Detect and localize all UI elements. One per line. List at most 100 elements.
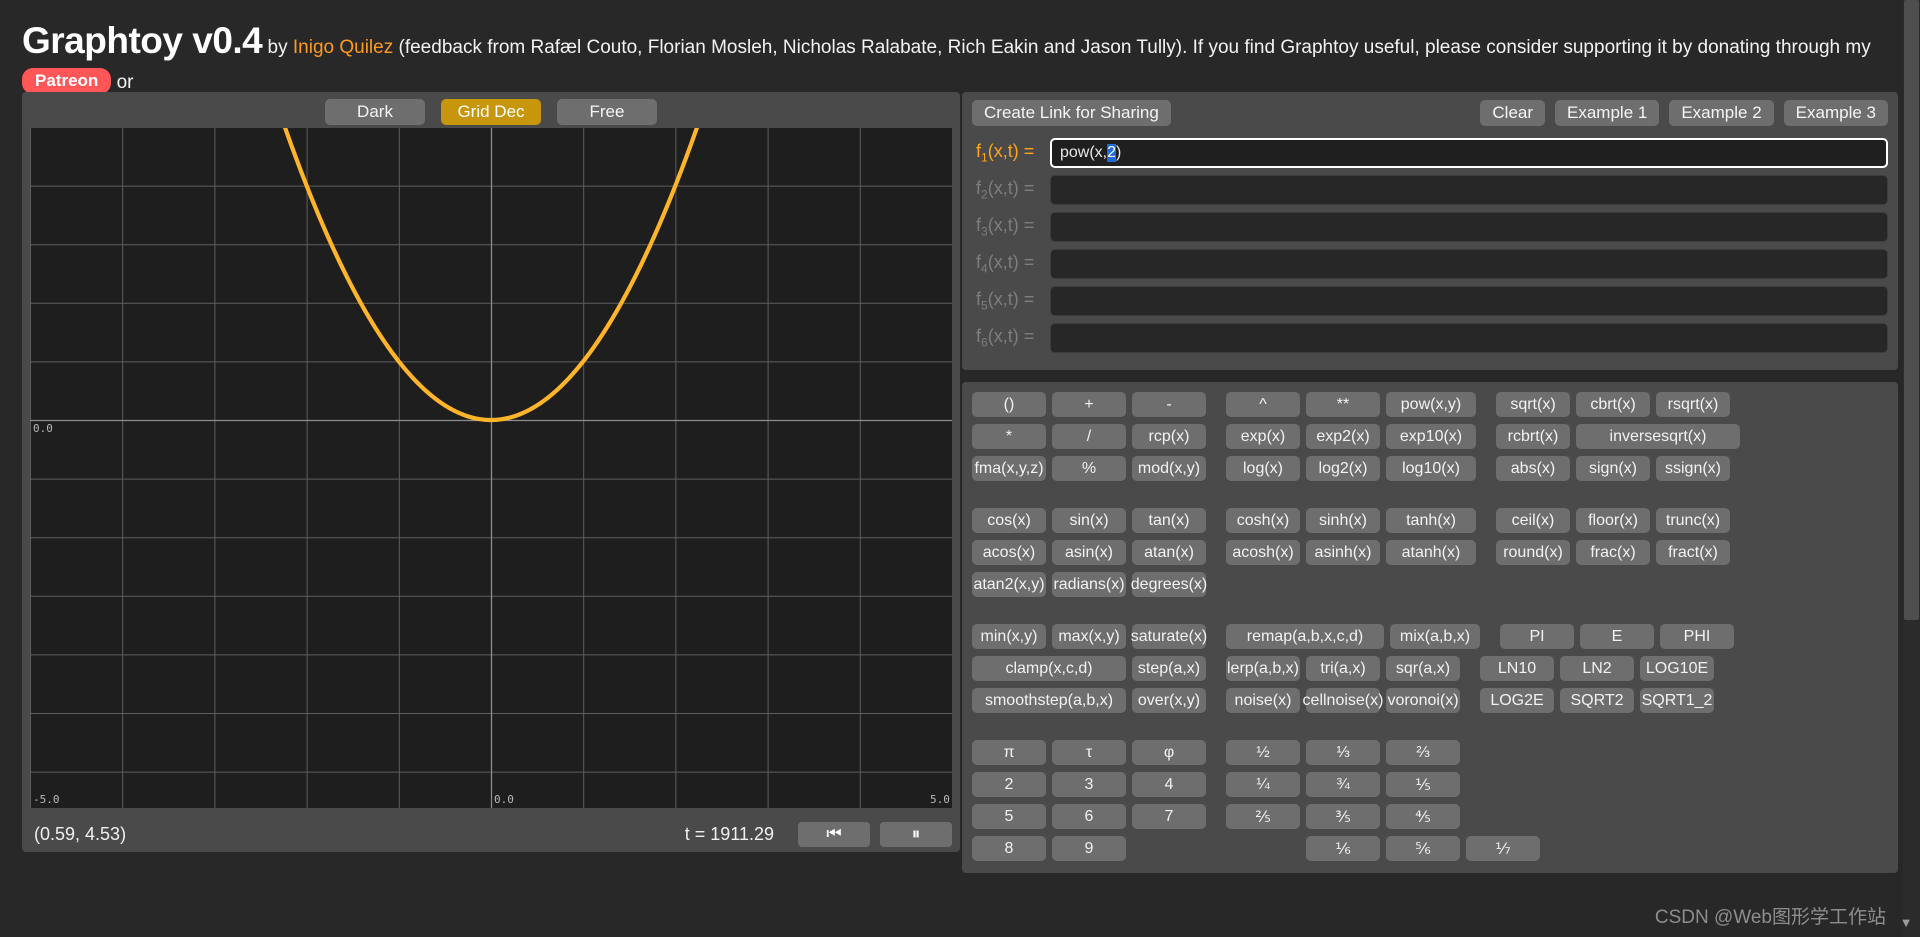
keypad-button-[interactable]: ⅐ — [1466, 836, 1540, 861]
create-share-link-button[interactable]: Create Link for Sharing — [972, 100, 1171, 126]
keypad-button-step-a-x[interactable]: step(a,x) — [1132, 656, 1206, 681]
formula-input-f3[interactable] — [1050, 212, 1888, 242]
keypad-button-tri-a-x[interactable]: tri(a,x) — [1306, 656, 1380, 681]
keypad-button-9[interactable]: 9 — [1052, 836, 1126, 861]
keypad-button-cosh-x[interactable]: cosh(x) — [1226, 508, 1300, 533]
keypad-button-radians-x[interactable]: radians(x) — [1052, 572, 1126, 597]
keypad-button-[interactable]: ⅙ — [1306, 836, 1380, 861]
keypad-button-cellnoise-x[interactable]: cellnoise(x) — [1306, 688, 1380, 713]
keypad-button-[interactable]: * — [972, 424, 1046, 449]
keypad-button-exp-x[interactable]: exp(x) — [1226, 424, 1300, 449]
formula-input-f1[interactable]: pow(x,2) — [1050, 138, 1888, 168]
patreon-button[interactable]: Patreon — [22, 68, 111, 94]
formula-input-f6[interactable] — [1050, 323, 1888, 353]
keypad-button-remap-a-b-x-c-d[interactable]: remap(a,b,x,c,d) — [1226, 624, 1384, 649]
keypad-button-[interactable]: ** — [1306, 392, 1380, 417]
keypad-button-atanh-x[interactable]: atanh(x) — [1386, 540, 1476, 565]
keypad-button-trunc-x[interactable]: trunc(x) — [1656, 508, 1730, 533]
keypad-button-frac-x[interactable]: frac(x) — [1576, 540, 1650, 565]
keypad-button-atan2-x-y[interactable]: atan2(x,y) — [972, 572, 1046, 597]
keypad-button-rcp-x[interactable]: rcp(x) — [1132, 424, 1206, 449]
example-3-button[interactable]: Example 3 — [1784, 100, 1888, 126]
keypad-button-8[interactable]: 8 — [972, 836, 1046, 861]
keypad-button-[interactable]: ¼ — [1226, 772, 1300, 797]
keypad-button-[interactable]: τ — [1052, 740, 1126, 765]
keypad-button-max-x-y[interactable]: max(x,y) — [1052, 624, 1126, 649]
keypad-button-[interactable]: φ — [1132, 740, 1206, 765]
keypad-button-[interactable]: ¾ — [1306, 772, 1380, 797]
keypad-button-[interactable]: + — [1052, 392, 1126, 417]
keypad-button-sinh-x[interactable]: sinh(x) — [1306, 508, 1380, 533]
author-link[interactable]: Inigo Quilez — [293, 37, 393, 58]
keypad-button-log10e[interactable]: LOG10E — [1640, 656, 1714, 681]
keypad-button-phi[interactable]: PHI — [1660, 624, 1734, 649]
keypad-button-acos-x[interactable]: acos(x) — [972, 540, 1046, 565]
keypad-button-min-x-y[interactable]: min(x,y) — [972, 624, 1046, 649]
keypad-button-7[interactable]: 7 — [1132, 804, 1206, 829]
keypad-button-atan-x[interactable]: atan(x) — [1132, 540, 1206, 565]
keypad-button-[interactable]: ⅓ — [1306, 740, 1380, 765]
keypad-button-2[interactable]: 2 — [972, 772, 1046, 797]
keypad-button-lerp-a-b-x[interactable]: lerp(a,b,x) — [1226, 656, 1300, 681]
formula-input-f5[interactable] — [1050, 286, 1888, 316]
keypad-button-[interactable]: % — [1052, 456, 1126, 481]
keypad-button-[interactable]: () — [972, 392, 1046, 417]
keypad-button-fma-x-y-z[interactable]: fma(x,y,z) — [972, 456, 1046, 481]
keypad-button-[interactable]: - — [1132, 392, 1206, 417]
keypad-button-e[interactable]: E — [1580, 624, 1654, 649]
example-2-button[interactable]: Example 2 — [1669, 100, 1773, 126]
graph-grid-button[interactable]: Grid Dec — [441, 99, 541, 125]
keypad-button-sqr-a-x[interactable]: sqr(a,x) — [1386, 656, 1460, 681]
keypad-button-log2e[interactable]: LOG2E — [1480, 688, 1554, 713]
keypad-button-ssign-x[interactable]: ssign(x) — [1656, 456, 1730, 481]
keypad-button-tanh-x[interactable]: tanh(x) — [1386, 508, 1476, 533]
plot-canvas[interactable]: 0.0 -5.0 0.0 5.0 — [30, 128, 952, 808]
keypad-button-fract-x[interactable]: fract(x) — [1656, 540, 1730, 565]
example-1-button[interactable]: Example 1 — [1555, 100, 1659, 126]
keypad-button-log2-x[interactable]: log2(x) — [1306, 456, 1380, 481]
keypad-button-[interactable]: ⅗ — [1306, 804, 1380, 829]
keypad-button-[interactable]: ⅘ — [1386, 804, 1460, 829]
keypad-button-noise-x[interactable]: noise(x) — [1226, 688, 1300, 713]
keypad-button-exp10-x[interactable]: exp10(x) — [1386, 424, 1476, 449]
keypad-button-round-x[interactable]: round(x) — [1496, 540, 1570, 565]
keypad-button-5[interactable]: 5 — [972, 804, 1046, 829]
keypad-button-acosh-x[interactable]: acosh(x) — [1226, 540, 1300, 565]
keypad-button-tan-x[interactable]: tan(x) — [1132, 508, 1206, 533]
keypad-button-log10-x[interactable]: log10(x) — [1386, 456, 1476, 481]
page-scrollbar[interactable] — [1903, 0, 1920, 937]
formula-input-f4[interactable] — [1050, 249, 1888, 279]
keypad-button-inversesqrt-x[interactable]: inversesqrt(x) — [1576, 424, 1740, 449]
rewind-button[interactable]: ⏮ — [798, 822, 870, 847]
keypad-button-sqrt-x[interactable]: sqrt(x) — [1496, 392, 1570, 417]
keypad-button-sqrt2[interactable]: SQRT2 — [1560, 688, 1634, 713]
keypad-button-voronoi-x[interactable]: voronoi(x) — [1386, 688, 1460, 713]
keypad-button-sign-x[interactable]: sign(x) — [1576, 456, 1650, 481]
keypad-button-rcbrt-x[interactable]: rcbrt(x) — [1496, 424, 1570, 449]
keypad-button-[interactable]: π — [972, 740, 1046, 765]
keypad-button-log-x[interactable]: log(x) — [1226, 456, 1300, 481]
keypad-button-pow-x-y[interactable]: pow(x,y) — [1386, 392, 1476, 417]
keypad-button-[interactable]: ½ — [1226, 740, 1300, 765]
keypad-button-sin-x[interactable]: sin(x) — [1052, 508, 1126, 533]
keypad-button-mod-x-y[interactable]: mod(x,y) — [1132, 456, 1206, 481]
keypad-button-degrees-x[interactable]: degrees(x) — [1132, 572, 1206, 597]
keypad-button-cos-x[interactable]: cos(x) — [972, 508, 1046, 533]
keypad-button-sqrt1-2[interactable]: SQRT1_2 — [1640, 688, 1714, 713]
keypad-button-over-x-y[interactable]: over(x,y) — [1132, 688, 1206, 713]
keypad-button-exp2-x[interactable]: exp2(x) — [1306, 424, 1380, 449]
keypad-button-ln2[interactable]: LN2 — [1560, 656, 1634, 681]
scrollbar-thumb[interactable] — [1904, 0, 1919, 620]
clear-button[interactable]: Clear — [1480, 100, 1545, 126]
keypad-button-clamp-x-c-d[interactable]: clamp(x,c,d) — [972, 656, 1126, 681]
keypad-button-[interactable]: ⅕ — [1386, 772, 1460, 797]
keypad-button-pi[interactable]: PI — [1500, 624, 1574, 649]
keypad-button-4[interactable]: 4 — [1132, 772, 1206, 797]
keypad-button-abs-x[interactable]: abs(x) — [1496, 456, 1570, 481]
keypad-button-[interactable]: ^ — [1226, 392, 1300, 417]
pause-button[interactable]: ⏸ — [880, 822, 952, 847]
keypad-button-[interactable]: ⅔ — [1386, 740, 1460, 765]
keypad-button-smoothstep-a-b-x[interactable]: smoothstep(a,b,x) — [972, 688, 1126, 713]
keypad-button-asinh-x[interactable]: asinh(x) — [1306, 540, 1380, 565]
graph-theme-button[interactable]: Dark — [325, 99, 425, 125]
